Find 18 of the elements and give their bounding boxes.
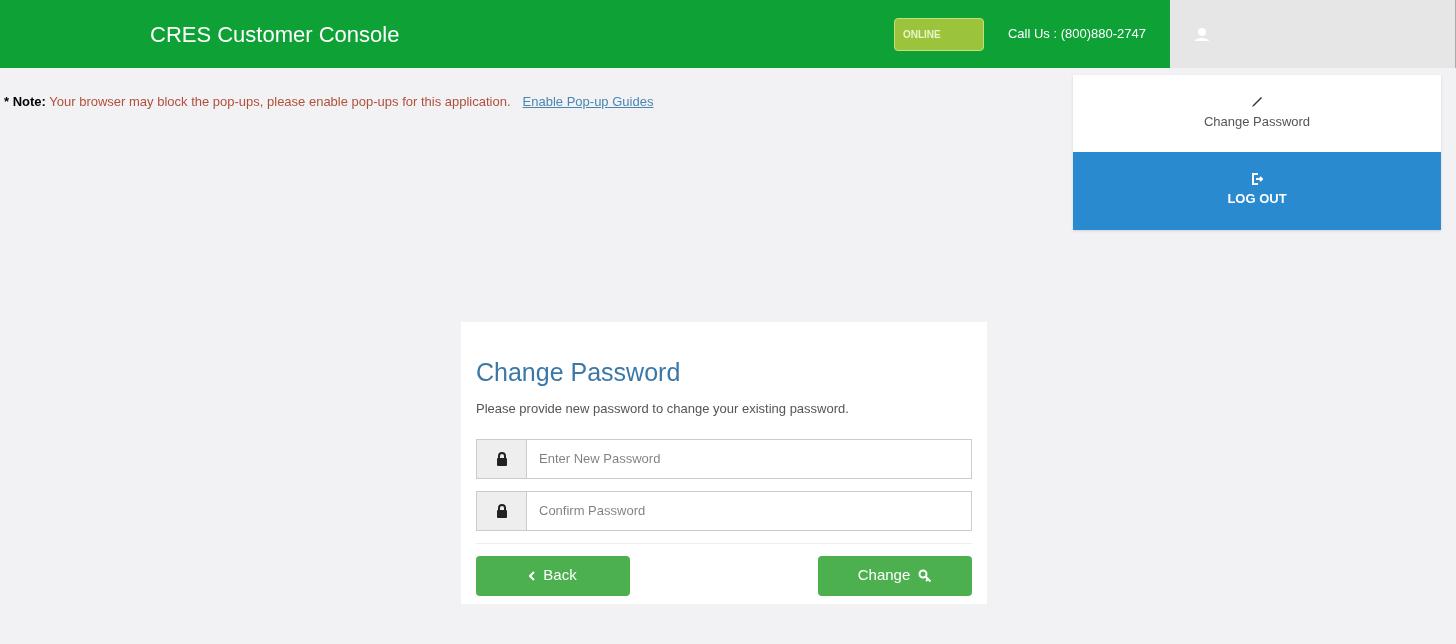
pencil-icon (1251, 95, 1263, 108)
popup-note: * Note: Your browser may block the pop-ups, please enable pop-ups for this application. (4, 93, 511, 111)
user-avatar-icon[interactable] (1194, 26, 1210, 42)
online-badge: ONLINE (893, 17, 984, 51)
change-button[interactable]: Change (818, 555, 972, 596)
key-icon (918, 568, 933, 583)
form-title: Change Password (476, 356, 682, 388)
lock-icon (494, 451, 509, 466)
chevron-left-icon (529, 570, 536, 581)
lock-icon (494, 503, 509, 518)
popup-guide-link[interactable]: Enable Pop-up Guides (522, 92, 654, 112)
back-button[interactable]: Back (476, 555, 630, 596)
logout-button[interactable]: LOG OUT (1073, 152, 1441, 230)
app-title: CRES Customer Console (150, 20, 400, 49)
form-description: Please provide new password to change your existing password. (476, 400, 850, 418)
phone-number: Call Us : (800)880-2747 (1007, 25, 1146, 44)
logout-icon (1251, 173, 1263, 186)
change-password-menu-item[interactable]: Change Password (1073, 75, 1441, 152)
